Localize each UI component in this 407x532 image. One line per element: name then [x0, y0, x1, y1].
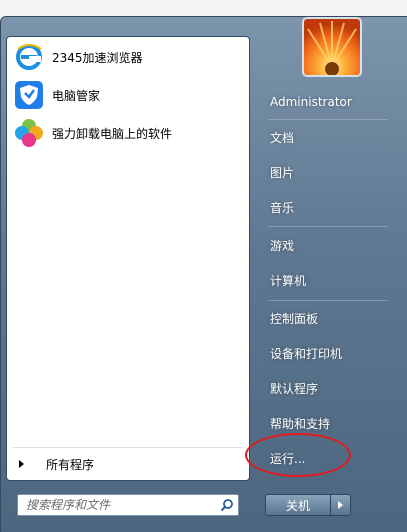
program-label: 强力卸载电脑上的软件 [52, 126, 173, 141]
all-programs-item[interactable]: 所有程序 [7, 452, 249, 476]
uninstaller-clover-icon [14, 118, 44, 148]
all-programs-label: 所有程序 [46, 457, 95, 472]
menu-item-music[interactable]: 音乐 [262, 192, 398, 222]
ie-browser-icon [14, 42, 44, 72]
magnifier-icon[interactable] [216, 495, 238, 515]
program-item-pc-manager[interactable]: 电脑管家 [10, 77, 246, 113]
program-item-uninstaller[interactable]: 强力卸载电脑上的软件 [10, 115, 246, 151]
menu-item-help-support[interactable]: 帮助和支持 [262, 408, 398, 438]
menu-item-run[interactable]: 运行... [262, 443, 398, 473]
programs-pane: 2345加速浏览器 电脑管家 强力卸载电脑上的软件 所有程序 [6, 36, 250, 481]
shutdown-button[interactable]: 关机 [265, 494, 331, 516]
menu-item-documents[interactable]: 文档 [262, 122, 398, 152]
pc-manager-shield-icon [14, 80, 44, 110]
separator [268, 226, 388, 227]
separator [268, 119, 388, 120]
shutdown-options-button[interactable] [331, 494, 351, 516]
menu-item-games[interactable]: 游戏 [262, 230, 398, 260]
shutdown-group: 关机 [265, 494, 355, 516]
right-triangle-icon [19, 460, 24, 468]
right-arrow-icon [338, 501, 343, 509]
menu-item-control-panel[interactable]: 控制面板 [262, 303, 398, 333]
program-label: 2345加速浏览器 [52, 50, 143, 65]
user-name[interactable]: Administrator [262, 87, 398, 117]
menu-item-devices-printers[interactable]: 设备和打印机 [262, 338, 398, 368]
menu-item-default-programs[interactable]: 默认程序 [262, 373, 398, 403]
program-label: 电脑管家 [52, 88, 101, 103]
separator [268, 300, 388, 301]
divider [13, 447, 243, 448]
menu-item-computer[interactable]: 计算机 [262, 265, 398, 295]
search-box[interactable] [17, 494, 239, 516]
flower-user-picture[interactable] [302, 17, 362, 77]
search-input[interactable] [24, 495, 216, 515]
program-item-2345-browser[interactable]: 2345加速浏览器 [10, 39, 246, 75]
menu-item-pictures[interactable]: 图片 [262, 157, 398, 187]
